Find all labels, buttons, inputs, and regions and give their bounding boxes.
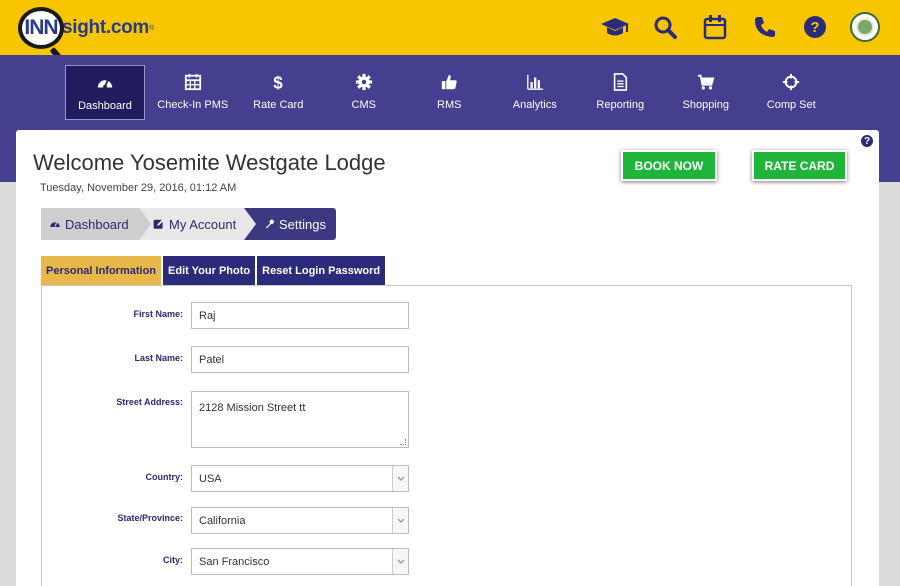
- gear-icon: [355, 73, 372, 91]
- tab-reset-login-password[interactable]: Reset Login Password: [257, 256, 386, 285]
- tab-personal-information[interactable]: Personal Information: [41, 256, 162, 285]
- nav-item-dashboard[interactable]: Dashboard: [65, 65, 145, 120]
- dashboard-icon: [50, 221, 60, 227]
- breadcrumb-label: Dashboard: [65, 216, 129, 232]
- calendar-icon[interactable]: [700, 12, 730, 42]
- resize-handle-icon[interactable]: [400, 439, 406, 445]
- personal-info-form: [41, 285, 852, 586]
- nav-item-label: Shopping: [682, 99, 730, 111]
- nav-item-label: Rate Card: [253, 99, 304, 111]
- page-title: Welcome Yosemite Westgate Lodge: [33, 150, 386, 175]
- nav-item-label: Reporting: [596, 99, 645, 111]
- country-label: Country:: [145, 472, 184, 482]
- first-name-label: First Name:: [133, 309, 183, 319]
- nav-item-reporting[interactable]: Reporting: [578, 65, 664, 120]
- phone-icon[interactable]: [750, 12, 780, 42]
- breadcrumb-item-dashboard[interactable]: Dashboard: [41, 208, 151, 240]
- book-now-button[interactable]: BOOK NOW: [621, 150, 717, 181]
- street-address-field[interactable]: 2128 Mission Street tt: [191, 391, 409, 448]
- nav-item-check-in-pms[interactable]: Check-In PMS: [150, 65, 236, 120]
- innsight-logo[interactable]: INN sight.com ®: [18, 6, 155, 64]
- nav-item-label: Check-In PMS: [157, 99, 229, 111]
- street-address-value: 2128 Mission Street tt: [199, 402, 306, 414]
- street-address-label: Street Address:: [116, 397, 183, 407]
- nav-item-shopping[interactable]: Shopping: [663, 65, 749, 120]
- country-value: USA: [199, 472, 222, 485]
- rate-card-button[interactable]: RATE CARD: [752, 150, 847, 181]
- breadcrumb-label: Settings: [279, 216, 326, 232]
- logo-inn-text: INN: [24, 16, 58, 39]
- state-province-label: State/Province:: [117, 513, 183, 523]
- svg-text:?: ?: [810, 19, 819, 36]
- dashboard-icon: [97, 79, 113, 89]
- breadcrumb: Dashboard My Account Settings: [41, 208, 336, 240]
- tab-edit-your-photo[interactable]: Edit Your Photo: [163, 256, 256, 285]
- chevron-down-icon: [392, 466, 408, 491]
- search-icon[interactable]: [650, 12, 680, 42]
- avatar[interactable]: [850, 12, 880, 42]
- nav-item-cms[interactable]: CMS: [321, 65, 407, 120]
- main-nav: Dashboard Check-In PMS $ Rate Card CMS R…: [65, 65, 834, 120]
- logo-text: sight.com: [62, 17, 150, 38]
- city-select[interactable]: San Francisco: [191, 548, 409, 575]
- last-name-field[interactable]: Patel: [191, 346, 409, 373]
- top-header-bar: INN sight.com ® ?: [0, 0, 900, 64]
- help-icon[interactable]: ?: [800, 12, 830, 42]
- breadcrumb-item-settings[interactable]: Settings: [244, 208, 336, 240]
- nav-item-label: CMS: [351, 99, 376, 111]
- calendar-grid-icon: [184, 73, 201, 91]
- crosshair-icon: [783, 73, 800, 91]
- nav-item-label: Dashboard: [78, 100, 132, 112]
- state-province-value: California: [199, 514, 246, 527]
- city-value: San Francisco: [199, 555, 270, 568]
- nav-item-analytics[interactable]: Analytics: [492, 65, 578, 120]
- dollar-icon: $: [273, 73, 283, 91]
- nav-item-rms[interactable]: RMS: [407, 65, 493, 120]
- nav-item-label: Analytics: [512, 99, 557, 111]
- cart-icon: [697, 74, 715, 90]
- help-badge-icon[interactable]: ?: [860, 134, 874, 148]
- current-datetime: Tuesday, November 29, 2016, 01:12 AM: [40, 182, 237, 194]
- header-icon-group: ?: [580, 12, 880, 42]
- magnifier-logo-icon: INN: [18, 7, 65, 64]
- nav-item-label: RMS: [437, 99, 462, 111]
- breadcrumb-item-my-account[interactable]: My Account: [139, 208, 256, 240]
- nav-item-rate-card[interactable]: $ Rate Card: [236, 65, 322, 120]
- nav-item-label: Comp Set: [766, 99, 816, 111]
- chevron-down-icon: [392, 549, 408, 574]
- thumbs-up-icon: [442, 74, 457, 90]
- document-icon: [614, 73, 628, 91]
- wrench-icon: [266, 219, 274, 229]
- city-label: City:: [163, 555, 183, 565]
- last-name-label: Last Name:: [134, 353, 183, 363]
- account-tabs: Personal Information Edit Your Photo Res…: [41, 256, 387, 285]
- nav-item-comp-set[interactable]: Comp Set: [749, 65, 835, 120]
- edit-icon: [153, 219, 164, 229]
- country-select[interactable]: USA: [191, 465, 409, 492]
- chevron-down-icon: [392, 508, 408, 533]
- bar-chart-icon: [526, 74, 543, 90]
- logo-trademark: ®: [149, 24, 155, 32]
- breadcrumb-label: My Account: [169, 216, 237, 232]
- graduation-cap-icon[interactable]: [600, 12, 630, 42]
- svg-text:$: $: [273, 73, 283, 91]
- state-province-select[interactable]: California: [191, 507, 409, 534]
- first-name-field[interactable]: Raj: [191, 302, 409, 329]
